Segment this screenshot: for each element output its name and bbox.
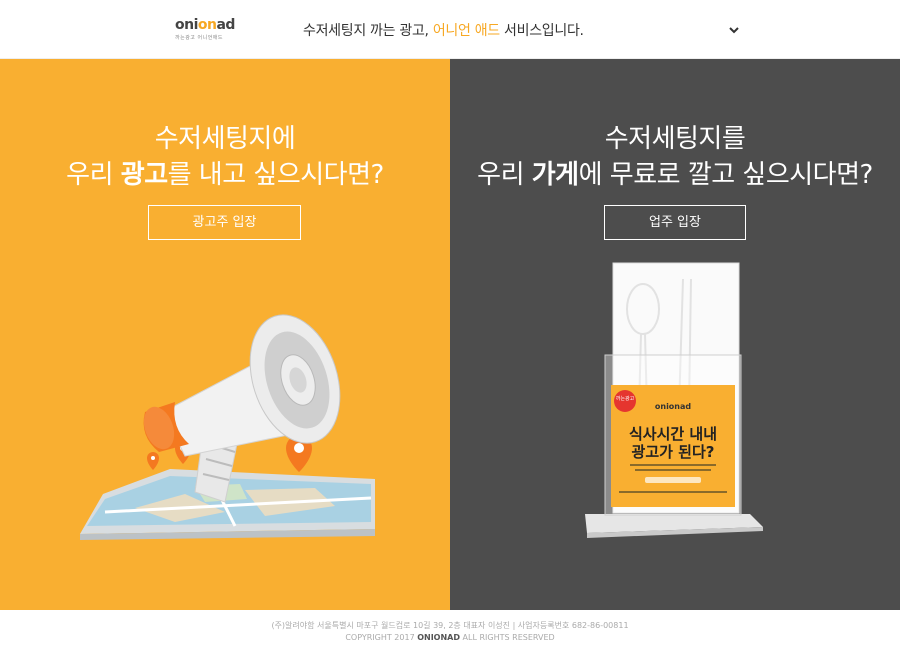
company-info: (주)알려야함 서울특별시 마포구 월드컵로 10길 39, 2층 대표자 이성… (271, 621, 629, 630)
header-tagline: 수저세팅지 까는 광고, 어니언 애드 서비스입니다. (303, 23, 584, 39)
advertiser-panel: 수저세팅지에 우리 광고를 내고 싶으시다면? 광고주 입장 (0, 59, 450, 610)
logo-wordmark: onionad (175, 17, 235, 33)
site-header: onionad 까는광고 어니언애드 수저세팅지 까는 광고, 어니언 애드 서… (0, 0, 900, 59)
logo-subtitle: 까는광고 어니언애드 (175, 35, 223, 41)
advertiser-headline: 수저세팅지에 우리 광고를 내고 싶으시다면? (66, 124, 384, 190)
svg-text:식사시간 내내: 식사시간 내내 (629, 425, 717, 443)
owner-enter-button[interactable]: 업주 입장 (604, 205, 746, 240)
owner-panel: 수저세팅지를 우리 가게에 무료로 깔고 싶으시다면? 업주 입장 까는광고 o… (450, 59, 900, 610)
onionad-logo[interactable]: onionad 까는광고 어니언애드 (175, 17, 245, 45)
svg-text:onionad: onionad (655, 402, 692, 411)
svg-text:광고가 된다?: 광고가 된다? (632, 443, 715, 461)
chevron-down-icon[interactable] (727, 22, 741, 36)
advertiser-enter-button[interactable]: 광고주 입장 (148, 205, 301, 240)
svg-text:까는광고: 까는광고 (616, 395, 635, 402)
site-footer: (주)알려야함 서울특별시 마포구 월드컵로 10길 39, 2층 대표자 이성… (0, 610, 900, 651)
napkin-holder-icon: 까는광고 onionad 식사시간 내내 광고가 된다? (585, 262, 763, 538)
megaphone-on-map-icon (80, 314, 375, 540)
owner-headline: 수저세팅지를 우리 가게에 무료로 깔고 싶으시다면? (477, 124, 873, 190)
copyright: COPYRIGHT 2017 ONIONAD ALL RIGHTS RESERV… (345, 633, 555, 642)
